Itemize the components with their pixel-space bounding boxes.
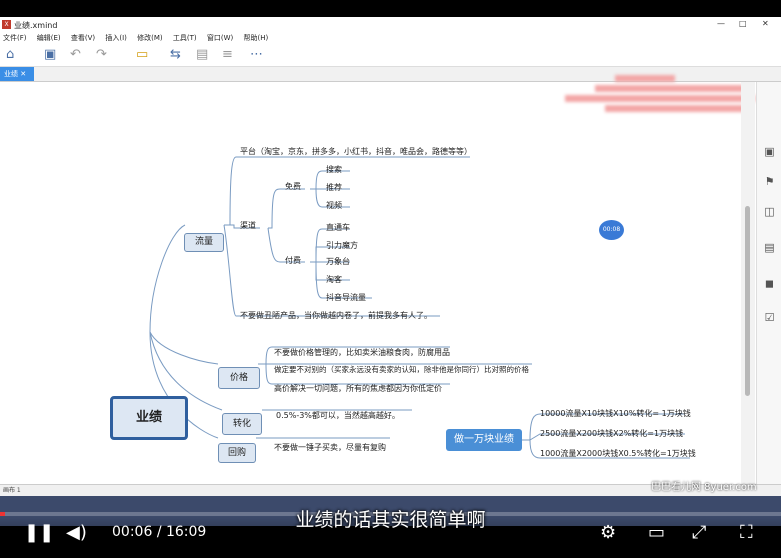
subtopic-platform[interactable]: 平台（淘宝，京东，拼多多，小红书，抖音，唯品会，路德等等） [240,146,472,157]
price-item[interactable]: 做定要不对别的（买家永远没有卖家的认知，除非他是你同行）比对照的价格 [274,364,529,375]
image-icon[interactable]: ▣ [763,146,776,157]
topic-style-icon[interactable]: ▭ [136,47,148,62]
menu-help[interactable]: 帮助(H) [243,32,268,44]
subtopic-paid[interactable]: 付费 [285,255,301,266]
notes-icon[interactable]: ▤ [763,242,776,253]
right-panel: ▣ ⚑ ◫ ▤ ◼ ☑ [756,82,781,496]
menu-tools[interactable]: 工具(T) [173,32,197,44]
summary-icon[interactable]: ≡ [222,47,233,62]
tab-yeji[interactable]: 业绩 ✕ [0,67,34,81]
toolbar: ⌂ ▣ ↶ ↷ ▭ ⇆ ▤ ≡ ⋯ [0,44,781,67]
menu-view[interactable]: 查看(V) [71,32,95,44]
topic-huigou[interactable]: 回购 [218,443,256,463]
menu-file[interactable]: 文件(F) [3,32,27,44]
paid-item[interactable]: 直通车 [326,222,350,233]
free-item[interactable]: 推荐 [326,182,342,193]
paid-item[interactable]: 淘客 [326,274,342,285]
topic-liuliang[interactable]: 流量 [184,233,224,252]
free-item[interactable]: 搜索 [326,164,342,175]
xmind-logo-icon: X [2,20,11,29]
blurred-overlay [555,71,755,141]
topic-jiage[interactable]: 价格 [218,367,260,389]
menu-bar: 文件(F) 编辑(E) 查看(V) 插入(I) 修改(M) 工具(T) 窗口(W… [0,32,781,44]
menu-window[interactable]: 窗口(W) [207,32,233,44]
close-icon[interactable]: ✕ [762,19,769,28]
mindmap-canvas[interactable]: 业绩 流量 平台（淘宝，京东，拼多多，小红书，抖音，唯品会，路德等等） 渠道 免… [0,82,742,496]
price-item[interactable]: 高价解决一切问题，所有的焦虑都因为你低定价 [274,383,442,394]
more-icon[interactable]: ⋯ [250,47,263,62]
vertical-scrollbar[interactable] [741,82,755,496]
taskbar [0,496,781,526]
total-time: 16:09 [165,524,207,540]
conversion-item[interactable]: 0.5%-3%都可以，当然越高越好。 [276,410,400,421]
window-title: 业绩.xmind [14,21,58,30]
free-item[interactable]: 视频 [326,200,342,211]
topic-zhuanhua[interactable]: 转化 [222,413,262,435]
minimize-icon[interactable]: — [717,19,725,28]
menu-edit[interactable]: 编辑(E) [37,32,61,44]
subtopic-channel[interactable]: 渠道 [240,220,256,231]
price-item[interactable]: 不要做价格管理的，比如卖米油粮食肉，防腐用品 [274,347,450,358]
flag-icon[interactable]: ⚑ [763,176,776,187]
time-display: 00:06 / 16:09 [112,524,207,540]
current-time: 00:06 [112,524,153,540]
repurchase-item[interactable]: 不要做一锤子买卖，尽量有复购 [274,442,386,453]
menu-modify[interactable]: 修改(M) [137,32,163,44]
clipart-icon[interactable]: ◫ [763,206,776,217]
paid-item[interactable]: 引力魔方 [326,240,358,251]
goal-item[interactable]: 10000流量X10块钱X10%转化= 1万块钱 [540,408,691,419]
title-bar: X 业绩.xmind — □ ✕ [0,17,781,32]
paid-item[interactable]: 万象台 [326,256,350,267]
topic-goal[interactable]: 做一万块业绩 [446,429,522,451]
undo-icon[interactable]: ↶ [70,47,81,62]
save-icon[interactable]: ▣ [44,47,56,62]
redo-icon[interactable]: ↷ [96,47,107,62]
home-icon[interactable]: ⌂ [6,47,14,62]
menu-insert[interactable]: 插入(I) [105,32,127,44]
task-icon[interactable]: ☑ [763,312,776,323]
subtopic-free[interactable]: 免费 [285,181,301,192]
relationship-icon[interactable]: ⇆ [170,47,181,62]
maximize-icon[interactable]: □ [739,19,747,28]
goal-item[interactable]: 2500流量X200块钱X2%转化=1万块钱 [540,428,683,439]
boundary-icon[interactable]: ▤ [196,47,208,62]
scroll-thumb[interactable] [745,206,750,396]
goal-item[interactable]: 1000流量X2000块钱X0.5%转化=1万块钱 [540,448,696,459]
subtopic-note[interactable]: 不要做丑陋产品，当你做越内卷了，前提我多有人了。 [240,310,432,321]
central-topic[interactable]: 业绩 [110,396,188,440]
comment-icon[interactable]: ◼ [763,278,776,289]
paid-item[interactable]: 抖音导流量 [326,292,366,303]
timer-badge: 00:08 [599,220,624,240]
xmind-window: X 业绩.xmind — □ ✕ 文件(F) 编辑(E) 查看(V) 插入(I)… [0,17,781,526]
